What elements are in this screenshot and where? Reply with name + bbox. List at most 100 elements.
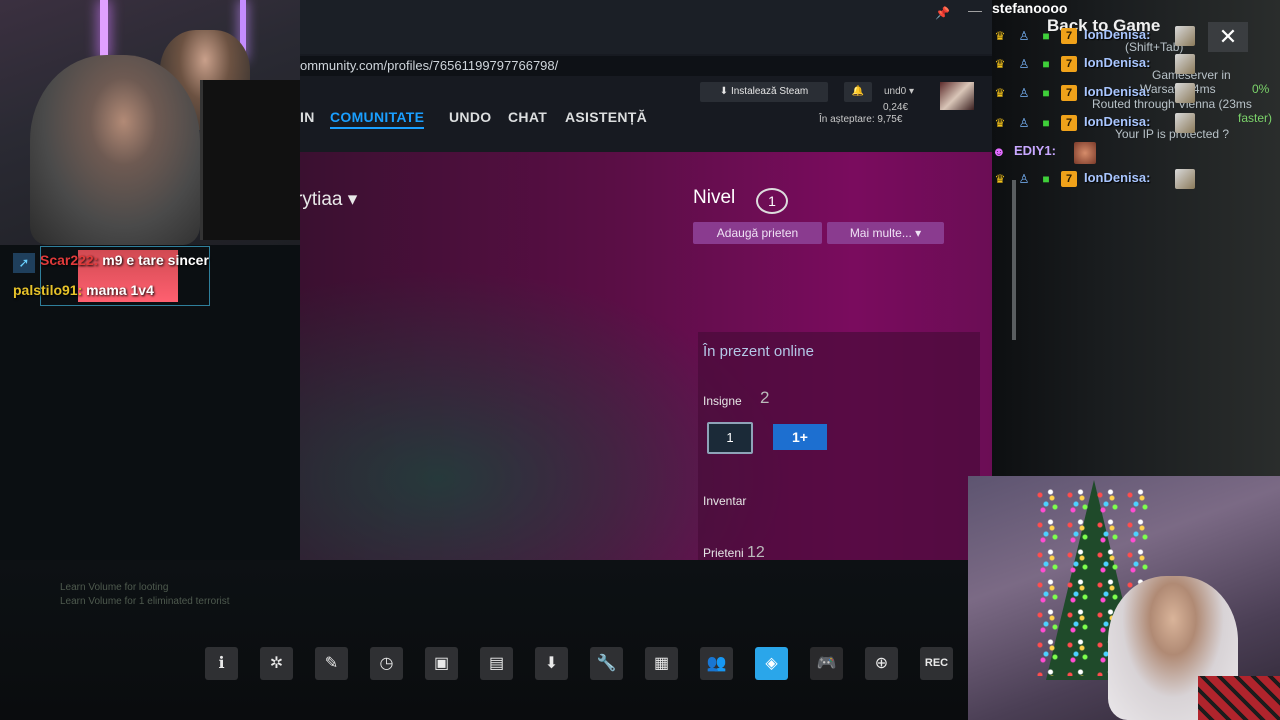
emote-icon: [1175, 54, 1195, 74]
profile-name-label: rytiaa: [300, 189, 343, 210]
robot-icon: ♙: [1018, 57, 1030, 71]
chat-row: ♛ ♙ ■ 7 IonDenisa:: [992, 83, 1195, 103]
sub-badge-icon: 7: [1061, 85, 1077, 101]
badge-plus[interactable]: 1+: [773, 424, 827, 450]
chat-username: IonDenisa:: [1084, 27, 1151, 42]
crown-icon: ♛: [994, 116, 1006, 130]
sub-badge-icon: 7: [1061, 56, 1077, 72]
badges-link[interactable]: Insigne: [703, 394, 742, 408]
close-icon: ✕: [1218, 24, 1238, 49]
notifications-button[interactable]: 🔔: [844, 82, 872, 102]
chat-username: EDIY1:: [1014, 143, 1056, 158]
download-circle-icon: ⬇: [544, 655, 559, 672]
chat-username: IonDenisa:: [1084, 84, 1151, 99]
badge-level-1[interactable]: 1: [707, 422, 753, 454]
crown-icon: ♛: [994, 57, 1006, 71]
pencil-icon: ✎: [324, 655, 339, 672]
account-name-label: und0: [884, 86, 907, 97]
chat-message: Scar222: m9 e tare sincer: [40, 252, 209, 268]
more-label: Mai multe...: [849, 226, 912, 240]
steam-browser-window: 📌 — ommunity.com/profiles/76561199797766…: [300, 0, 992, 560]
help-icon: ?: [1222, 127, 1230, 141]
downloads-button[interactable]: ⬇: [535, 647, 568, 680]
chat-username: Scar222:: [40, 252, 99, 268]
gamepad-icon: 🎮: [816, 655, 837, 672]
guides-button[interactable]: ▣: [425, 647, 458, 680]
screenshots-button[interactable]: ▦: [645, 647, 678, 680]
level-badge: 1: [756, 188, 788, 214]
wrench-icon: 🔧: [596, 655, 617, 672]
emote-icon: [1175, 169, 1195, 189]
install-steam-button[interactable]: ⬇ Instalează Steam: [700, 82, 828, 102]
wallet-balance: 0,24€: [883, 102, 909, 113]
nav-support[interactable]: ASISTENȚĂ: [565, 109, 647, 125]
chat-row: ♛ ♙ ■ 7 IonDenisa:: [992, 113, 1195, 133]
chat-text: mama 1v4: [86, 282, 154, 298]
webcam-guest: [968, 476, 1280, 720]
settings-button[interactable]: 🔧: [590, 647, 623, 680]
web-button[interactable]: ⊕: [865, 647, 898, 680]
emote-icon: [1175, 113, 1195, 133]
chat-text: m9 e tare sincer: [102, 252, 209, 268]
avatar[interactable]: [940, 82, 974, 110]
monitor: [200, 80, 300, 240]
share-icon: ➚: [13, 253, 35, 273]
nav-store[interactable]: IN: [300, 109, 315, 125]
download-icon: ⬇: [719, 86, 731, 97]
add-friend-button[interactable]: Adaugă prieten: [693, 222, 822, 244]
friends-button[interactable]: 👥: [700, 647, 733, 680]
emote-icon: [1175, 83, 1195, 103]
people-icon: 👥: [706, 655, 727, 672]
compass-icon: ◈: [765, 655, 778, 672]
record-button[interactable]: REC: [920, 647, 953, 680]
friends-count: 12: [747, 544, 765, 560]
vpn-faster: faster): [1238, 111, 1273, 125]
more-dropdown-button[interactable]: Mai multe... ▾: [827, 222, 944, 244]
info-button[interactable]: ℹ: [205, 647, 238, 680]
badges-count: 2: [760, 388, 770, 407]
account-name[interactable]: und0 ▾: [884, 86, 914, 97]
controller-button[interactable]: 🎮: [810, 647, 843, 680]
robot-icon: ♙: [1018, 172, 1030, 186]
chat-button[interactable]: ▤: [480, 647, 513, 680]
crown-icon: ♛: [994, 29, 1006, 43]
url-bar[interactable]: ommunity.com/profiles/76561199797766798/: [300, 56, 992, 76]
streamer-name: stefanoooo: [992, 0, 1068, 16]
minimize-icon[interactable]: —: [968, 2, 982, 18]
close-overlay-button[interactable]: ✕: [1208, 22, 1248, 52]
sub-badge-icon: 7: [1061, 28, 1077, 44]
online-status: În prezent online: [703, 343, 814, 360]
chat-message: palstilo91: mama 1v4: [13, 282, 154, 298]
killfeed-line: Learn Volume for looting: [60, 582, 169, 593]
profile-page: rytiaa ▾ Nivel 1 Adaugă prieten Mai mult…: [300, 152, 992, 560]
nav-profile[interactable]: UNDO: [449, 109, 491, 125]
game-chat-area: stefanoooo Back to Game ✕ (Shift+Tab) Ga…: [992, 0, 1280, 476]
sub-badge-icon: 7: [1061, 171, 1077, 187]
info-icon: ℹ: [218, 655, 225, 672]
chat-row: ☻ EDIY1:: [992, 142, 1192, 164]
inventory-link[interactable]: Inventar: [703, 494, 746, 508]
level-label: Nivel: [693, 187, 736, 208]
achievements-button[interactable]: ✲: [260, 647, 293, 680]
crown-icon: ♛: [994, 86, 1006, 100]
nav-chat[interactable]: CHAT: [508, 109, 547, 125]
chat-row: ♛ ♙ ■ 7 IonDenisa:: [992, 26, 1195, 46]
gift-icon: ■: [1042, 57, 1050, 71]
stream-chat-overlay: ➚ Scar222: m9 e tare sincer palstilo91: …: [8, 246, 308, 310]
robot-icon: ♙: [1018, 86, 1030, 100]
friends-link[interactable]: Prieteni 12: [703, 544, 765, 560]
scrollbar[interactable]: [1012, 180, 1016, 340]
overlay-toolbar: ℹ ✲ ✎ ◷ ▣ ▤ ⬇ 🔧 ▦ 👥 ◈ 🎮 ⊕ REC: [205, 647, 965, 681]
notes-button[interactable]: ✎: [315, 647, 348, 680]
nav-community[interactable]: COMUNITATE: [330, 109, 425, 129]
crown-icon: ♛: [994, 172, 1006, 186]
image-icon: ▦: [653, 655, 670, 672]
profile-name[interactable]: rytiaa ▾: [300, 188, 357, 211]
blanket: [1198, 676, 1280, 720]
steam-navbar: IN COMUNITATE UNDO CHAT ASISTENȚĂ ⬇ Inst…: [300, 78, 992, 152]
achievements-icon: ✲: [269, 655, 284, 672]
browser-button[interactable]: ◈: [755, 647, 788, 680]
chat-username: IonDenisa:: [1084, 170, 1151, 185]
pin-icon[interactable]: 📌: [935, 6, 950, 20]
recording-history-button[interactable]: ◷: [370, 647, 403, 680]
